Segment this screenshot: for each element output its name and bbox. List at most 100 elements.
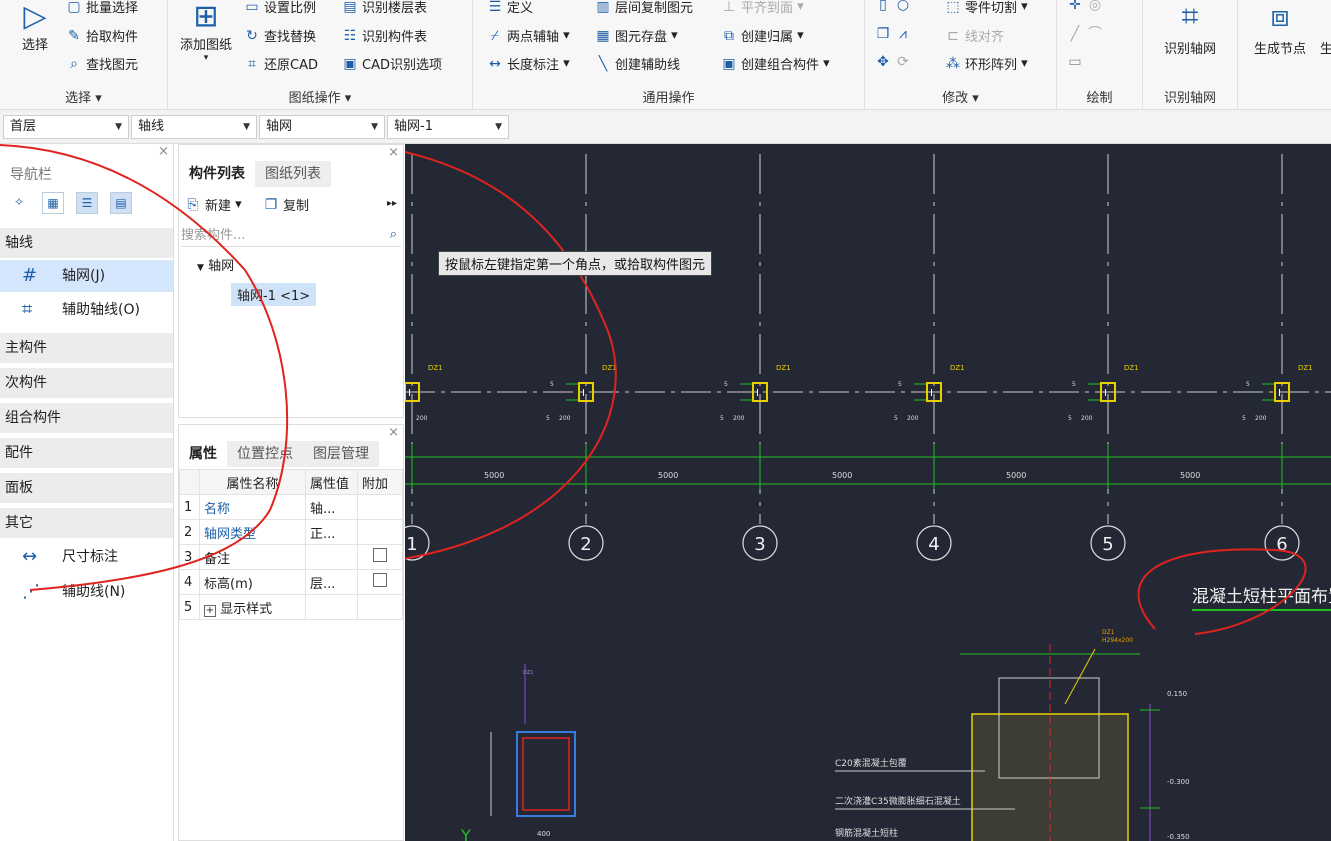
prop-extra [357,594,403,620]
svg-text:5: 5 [1068,415,1072,422]
nav-item-axis-grid[interactable]: # 轴网(J) [0,260,173,292]
prop-value[interactable]: 正... [305,519,358,545]
modify-tool-2[interactable]: ❐ ⩘ [875,26,915,42]
tab-component-list[interactable]: 构件列表 [179,161,255,187]
prop-name[interactable]: + 显示样式 [199,594,306,620]
type-select[interactable]: 轴网 ▼ [259,115,385,139]
tab-control-points[interactable]: 位置控点 [227,441,303,467]
copy-component-button[interactable]: ❐ 复制 [263,195,309,215]
find-element-button[interactable]: ⌕ 查找图元 [66,54,138,74]
pick-component-button[interactable]: ✎ 拾取构件 [66,26,138,46]
category-select[interactable]: 轴线 ▼ [131,115,257,139]
new-component-button[interactable]: ⎘ 新建 ▾ [185,195,241,215]
line-align-button[interactable]: ⊏ 线对齐 [945,26,1004,46]
canvas-tooltip: 按鼠标左键指定第一个角点，或拾取构件图元 [438,251,713,276]
tab-drawing-list[interactable]: 图纸列表 [255,161,331,187]
properties-panel: × 属性 位置控点 图层管理 属性名称 属性值 附加 1 名称 轴... 2 轴… [178,424,404,841]
grid-view-icon[interactable]: ▦ [42,192,64,214]
cad-canvas[interactable]: 5000 5000 5000 5000 5000 I DZ1 200 I DZ1 200… [405,144,1331,841]
svg-text:200: 200 [733,415,745,422]
nav-category-other[interactable]: 其它 [0,508,173,538]
two-point-axis-button[interactable]: ⌿ 两点辅轴 ▾ [487,26,570,46]
align-to-face-button[interactable]: ⊥ 平齐到面 ▾ [721,0,804,16]
cad-options-button[interactable]: ▣ CAD识别选项 [342,54,442,74]
draw-rect-button[interactable]: ▭ [1067,54,1087,70]
create-aux-line-button[interactable]: ╲ 创建辅助线 [595,54,680,74]
close-icon[interactable]: × [388,145,399,160]
rect-icon: ▭ [1068,54,1082,70]
list-view-icon[interactable]: ☰ [76,192,98,214]
prop-extra [357,519,403,545]
spacing-label: 5000 [832,471,852,480]
detail-view-icon[interactable]: ▤ [110,192,132,214]
prop-value[interactable]: 轴... [305,494,358,520]
nav-item-dimension[interactable]: ↔ 尺寸标注 [0,541,173,573]
modify-group-label[interactable]: 修改 ▾ [865,87,1056,106]
recognize-axis-group-label: 识别轴网 [1163,91,1216,106]
expand-plus-icon[interactable]: + [204,604,216,617]
extra-checkbox[interactable] [373,548,387,562]
create-combo-component-button[interactable]: ▣ 创建组合构件 ▾ [721,54,829,74]
close-icon[interactable]: × [158,144,169,159]
table-header: 属性名称 属性值 附加 [179,469,403,495]
floor-select[interactable]: 首层 ▼ [3,115,129,139]
save-element-button[interactable]: ▦ 图元存盘 ▾ [595,26,677,46]
tab-layer-management[interactable]: 图层管理 [303,441,379,467]
nav-category-main[interactable]: 主构件 [0,333,173,363]
select-button[interactable]: ▷ 选择 [12,0,58,53]
ownership-icon: ⧉ [724,27,734,44]
find-replace-button[interactable]: ↻ 查找替换 [244,26,316,46]
define-button[interactable]: ☰ 定义 [487,0,533,16]
pin-icon[interactable]: ✧ [8,192,30,214]
generate-node-button[interactable]: ⧈ 生成节点 [1244,0,1316,57]
select-group-label[interactable]: 选择 ▾ [0,87,167,106]
nav-category-combo[interactable]: 组合构件 [0,403,173,433]
nav-item-aux-axis[interactable]: ⌗ 辅助轴线(O) [0,294,173,326]
length-dimension-button[interactable]: ↔ 长度标注 ▾ [487,54,570,74]
batch-select-button[interactable]: ▢ 批量选择 [66,0,138,16]
recognize-axis-button[interactable]: ⌗ 识别轴网 [1149,0,1231,57]
table-row[interactable]: 3 备注 [179,544,403,570]
nav-category-parts[interactable]: 配件 [0,438,173,468]
tree-node-axis-1[interactable]: 轴网-1 <1> [231,283,317,306]
svg-text:5: 5 [720,415,724,422]
nav-category-axis[interactable]: 轴线 [0,228,173,258]
common-ops-label: 通用操作 [642,91,695,106]
restore-cad-button[interactable]: ⌗ 还原CAD [244,54,318,74]
table-row[interactable]: 1 名称 轴... [179,494,403,520]
table-row[interactable]: 5 + 显示样式 [179,594,403,620]
table-row[interactable]: 2 轴网类型 正... [179,519,403,545]
draw-line-button[interactable]: ╱ ⌒ [1067,26,1107,42]
component-list-panel: × 构件列表 图纸列表 ⎘ 新建 ▾ ❐ 复制 ▸▸ 搜索构件... ⌕ ▼ 轴网 … [178,144,404,418]
prop-value[interactable]: 层... [305,569,358,595]
add-drawing-button[interactable]: ⊞ 添加图纸 ▾ [174,0,238,63]
tab-properties[interactable]: 属性 [179,441,227,467]
part-cut-button[interactable]: ⬚ 零件切割 ▾ [945,0,1027,16]
close-icon[interactable]: × [388,425,399,440]
properties-tabs: 属性 位置控点 图层管理 [179,441,379,467]
instance-select[interactable]: 轴网-1 ▼ [387,115,509,139]
drawing-ops-label[interactable]: 图纸操作 ▾ [168,87,472,106]
copy-between-floors-button[interactable]: ▥ 层间复制图元 [595,0,693,16]
draw-point-button[interactable]: ✛ ◎ [1067,0,1107,13]
set-scale-button[interactable]: ▭ 设置比例 [244,0,316,16]
table-row[interactable]: 4 标高(m) 层... [179,569,403,595]
modify-tool-3[interactable]: ✥ ⟳ [875,54,915,70]
prop-value[interactable] [305,544,358,570]
modify-tool-1[interactable]: ▯ ○ [875,0,915,13]
point-icon: ✛ [1069,0,1081,13]
copy-floors-icon: ▥ [596,0,610,15]
svg-text:5: 5 [550,381,554,388]
tree-node-axis[interactable]: ▼ 轴网 [197,255,234,274]
create-ownership-button[interactable]: ⧉ 创建归属 ▾ [721,26,804,46]
nav-category-secondary[interactable]: 次构件 [0,368,173,398]
ring-array-button[interactable]: ⁂ 环形阵列 ▾ [945,54,1028,74]
recognize-component-table-button[interactable]: ☷ 识别构件表 [342,26,427,46]
recognize-floor-table-button[interactable]: ▤ 识别楼层表 [342,0,427,16]
search-input[interactable]: 搜索构件... ⌕ [181,225,401,247]
more-icon[interactable]: ▸▸ [387,198,397,209]
extra-checkbox[interactable] [373,573,387,587]
svg-text:200: 200 [907,415,919,422]
nav-item-aux-line[interactable]: ⋰ 辅助线(N) [0,576,173,608]
nav-category-panel[interactable]: 面板 [0,473,173,503]
